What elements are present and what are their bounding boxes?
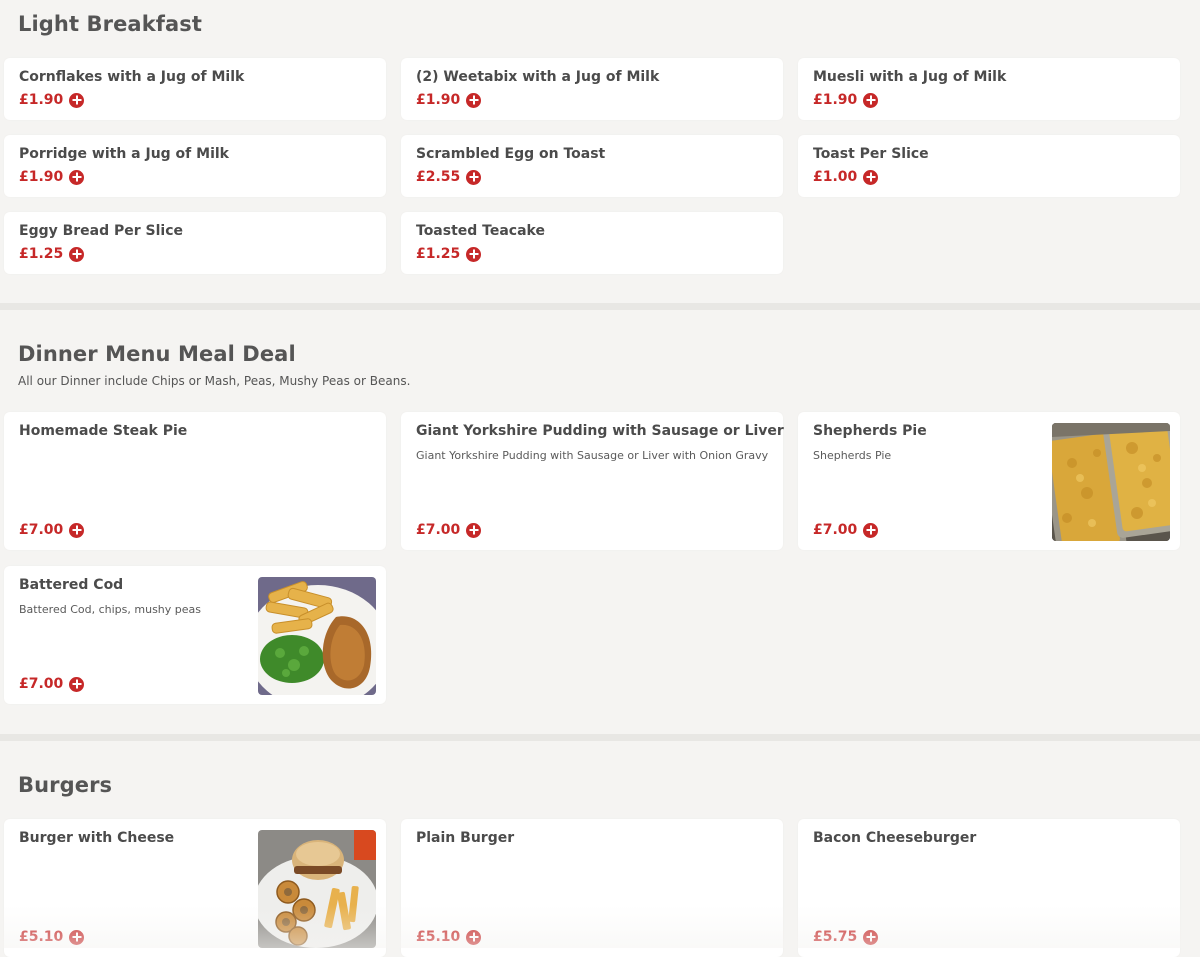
menu-item-card[interactable]: Burger with Cheese £5.10 (4, 819, 386, 957)
menu-item-card[interactable]: Battered Cod Battered Cod, chips, mushy … (4, 566, 386, 704)
item-name: Burger with Cheese (19, 830, 175, 846)
item-price: £7.00 (19, 676, 64, 692)
item-description: Shepherds Pie (813, 449, 892, 462)
section-divider (0, 303, 1200, 310)
price-row: £1.00 (813, 169, 879, 185)
item-name: Homemade Steak Pie (19, 423, 188, 439)
item-name: Bacon Cheeseburger (813, 830, 977, 846)
item-price: £1.90 (19, 169, 64, 185)
plus-circle-icon[interactable] (69, 522, 85, 538)
shepherds-pie-photo[interactable] (1052, 423, 1170, 541)
price-row: £7.00 (19, 522, 85, 538)
item-price: £1.90 (19, 92, 64, 108)
plus-circle-icon[interactable] (69, 246, 85, 262)
item-name: Plain Burger (416, 830, 515, 846)
menu-item-card[interactable]: Toast Per Slice £1.00 (798, 135, 1180, 197)
price-row: £1.90 (19, 92, 85, 108)
plus-circle-icon[interactable] (863, 169, 879, 185)
plus-circle-icon[interactable] (466, 92, 482, 108)
plus-circle-icon[interactable] (69, 929, 85, 945)
item-name: Shepherds Pie (813, 423, 927, 439)
price-row: £7.00 (416, 522, 482, 538)
item-name: Scrambled Egg on Toast (416, 146, 606, 162)
item-price: £1.00 (813, 169, 858, 185)
price-row: £5.75 (813, 929, 879, 945)
item-price: £7.00 (813, 522, 858, 538)
item-price: £1.25 (19, 246, 64, 262)
menu-item-card[interactable]: Scrambled Egg on Toast £2.55 (401, 135, 783, 197)
price-row: £1.25 (416, 246, 482, 262)
section-title: Dinner Menu Meal Deal (18, 342, 296, 366)
section-title: Burgers (18, 773, 113, 797)
price-row: £1.90 (813, 92, 879, 108)
menu-item-card[interactable]: Eggy Bread Per Slice £1.25 (4, 212, 386, 274)
price-row: £1.90 (19, 169, 85, 185)
price-row: £1.25 (19, 246, 85, 262)
item-name: (2) Weetabix with a Jug of Milk (416, 69, 660, 85)
item-description: Battered Cod, chips, mushy peas (19, 603, 201, 616)
menu-item-card[interactable]: Bacon Cheeseburger £5.75 (798, 819, 1180, 957)
plus-circle-icon[interactable] (863, 92, 879, 108)
price-row: £5.10 (416, 929, 482, 945)
price-row: £7.00 (813, 522, 879, 538)
item-price: £5.10 (19, 929, 64, 945)
item-price: £5.75 (813, 929, 858, 945)
item-price: £1.90 (416, 92, 461, 108)
menu-item-card[interactable]: Giant Yorkshire Pudding with Sausage or … (401, 412, 784, 550)
plus-circle-icon[interactable] (466, 929, 482, 945)
item-price: £7.00 (19, 522, 64, 538)
burger-photo[interactable] (258, 830, 376, 948)
item-name: Eggy Bread Per Slice (19, 223, 184, 239)
section-description: All our Dinner include Chips or Mash, Pe… (18, 374, 411, 388)
item-name: Cornflakes with a Jug of Milk (19, 69, 245, 85)
price-row: £1.90 (416, 92, 482, 108)
menu-item-card[interactable]: Muesli with a Jug of Milk £1.90 (798, 58, 1180, 120)
menu-item-card[interactable]: Homemade Steak Pie £7.00 (4, 412, 386, 550)
plus-circle-icon[interactable] (863, 929, 879, 945)
price-row: £2.55 (416, 169, 482, 185)
plus-circle-icon[interactable] (466, 246, 482, 262)
price-row: £5.10 (19, 929, 85, 945)
item-name: Muesli with a Jug of Milk (813, 69, 1007, 85)
menu-item-card[interactable]: Porridge with a Jug of Milk £1.90 (4, 135, 386, 197)
item-price: £1.25 (416, 246, 461, 262)
section-divider (0, 734, 1200, 741)
menu-item-card[interactable]: Cornflakes with a Jug of Milk £1.90 (4, 58, 386, 120)
item-name: Giant Yorkshire Pudding with Sausage or … (416, 423, 784, 439)
plus-circle-icon[interactable] (466, 522, 482, 538)
item-name: Toast Per Slice (813, 146, 929, 162)
item-price: £5.10 (416, 929, 461, 945)
plus-circle-icon[interactable] (69, 92, 85, 108)
menu-item-card[interactable]: (2) Weetabix with a Jug of Milk £1.90 (401, 58, 783, 120)
menu-item-card[interactable]: Toasted Teacake £1.25 (401, 212, 783, 274)
plus-circle-icon[interactable] (466, 169, 482, 185)
section-title: Light Breakfast (18, 12, 202, 36)
battered-cod-photo[interactable] (258, 577, 376, 695)
plus-circle-icon[interactable] (863, 522, 879, 538)
price-row: £7.00 (19, 676, 85, 692)
menu-item-card[interactable]: Plain Burger £5.10 (401, 819, 783, 957)
plus-circle-icon[interactable] (69, 169, 85, 185)
item-name: Toasted Teacake (416, 223, 545, 239)
item-price: £7.00 (416, 522, 461, 538)
item-price: £1.90 (813, 92, 858, 108)
item-name: Porridge with a Jug of Milk (19, 146, 229, 162)
plus-circle-icon[interactable] (69, 676, 85, 692)
item-name: Battered Cod (19, 577, 124, 593)
item-price: £2.55 (416, 169, 461, 185)
menu-item-card[interactable]: Shepherds Pie Shepherds Pie £7.00 (798, 412, 1180, 550)
item-description: Giant Yorkshire Pudding with Sausage or … (416, 449, 769, 462)
